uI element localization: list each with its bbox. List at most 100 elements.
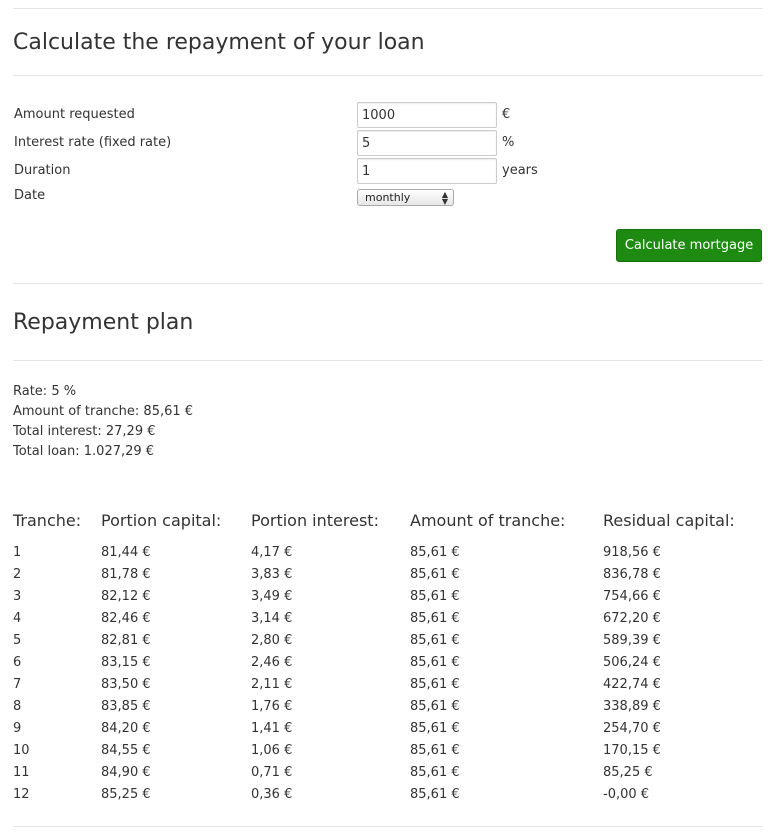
interest-label: Interest rate (fixed rate) xyxy=(14,135,172,150)
cell-amount-of-tranche: 85,61 € xyxy=(410,720,460,736)
cell-amount-of-tranche: 85,61 € xyxy=(410,566,460,582)
cell-portion-capital: 83,85 € xyxy=(101,698,151,714)
plan-title-divider xyxy=(13,360,763,361)
duration-unit: years xyxy=(502,163,538,178)
table-row: 1 81,44 € 4,17 € 85,61 € 918,56 € xyxy=(13,541,763,563)
cell-residual-capital: 506,24 € xyxy=(603,654,661,670)
cell-portion-interest: 2,80 € xyxy=(251,632,293,648)
table-row: 5 82,81 € 2,80 € 85,61 € 589,39 € xyxy=(13,629,763,651)
summary-total-interest: Total interest: 27,29 € xyxy=(13,424,156,439)
calculate-mortgage-button[interactable]: Calculate mortgage xyxy=(616,229,762,262)
cell-portion-interest: 3,14 € xyxy=(251,610,293,626)
interest-unit: % xyxy=(502,135,515,150)
plan-summary: Rate: 5 % Amount of tranche: 85,61 € Tot… xyxy=(13,382,193,462)
cell-tranche: 7 xyxy=(13,676,22,692)
cell-portion-capital: 83,15 € xyxy=(101,654,151,670)
top-divider xyxy=(13,8,763,9)
duration-label: Duration xyxy=(14,163,71,178)
repayment-table: Tranche: Portion capital: Portion intere… xyxy=(13,508,763,805)
table-row: 3 82,12 € 3,49 € 85,61 € 754,66 € xyxy=(13,585,763,607)
calculator-title-divider xyxy=(13,75,763,76)
cell-portion-capital: 81,44 € xyxy=(101,544,151,560)
cell-tranche: 11 xyxy=(13,764,30,780)
cell-portion-interest: 1,76 € xyxy=(251,698,293,714)
summary-total-loan: Total loan: 1.027,29 € xyxy=(13,444,155,459)
cell-portion-interest: 1,41 € xyxy=(251,720,293,736)
cell-portion-interest: 4,17 € xyxy=(251,544,293,560)
date-label: Date xyxy=(14,188,46,203)
plan-title: Repayment plan xyxy=(13,310,194,335)
cell-portion-capital: 85,25 € xyxy=(101,786,151,802)
cell-amount-of-tranche: 85,61 € xyxy=(410,698,460,714)
column-header-tranche: Tranche: xyxy=(13,511,82,530)
cell-portion-capital: 84,20 € xyxy=(101,720,151,736)
cell-portion-interest: 0,71 € xyxy=(251,764,293,780)
select-arrows-icon: ▲ ▼ xyxy=(441,189,448,206)
table-row: 11 84,90 € 0,71 € 85,61 € 85,25 € xyxy=(13,761,763,783)
cell-residual-capital: 338,89 € xyxy=(603,698,661,714)
column-header-residual-capital: Residual capital: xyxy=(603,511,735,530)
cell-residual-capital: 672,20 € xyxy=(603,610,661,626)
cell-portion-interest: 3,49 € xyxy=(251,588,293,604)
cell-portion-capital: 83,50 € xyxy=(101,676,151,692)
cell-portion-capital: 82,12 € xyxy=(101,588,151,604)
cell-tranche: 1 xyxy=(13,544,22,560)
cell-portion-capital: 81,78 € xyxy=(101,566,151,582)
cell-tranche: 8 xyxy=(13,698,22,714)
cell-tranche: 10 xyxy=(13,742,30,758)
cell-amount-of-tranche: 85,61 € xyxy=(410,786,460,802)
table-row: 12 85,25 € 0,36 € 85,61 € -0,00 € xyxy=(13,783,763,805)
table-row: 10 84,55 € 1,06 € 85,61 € 170,15 € xyxy=(13,739,763,761)
cell-residual-capital: 918,56 € xyxy=(603,544,661,560)
cell-residual-capital: 422,74 € xyxy=(603,676,661,692)
cell-residual-capital: 754,66 € xyxy=(603,588,661,604)
cell-portion-interest: 2,46 € xyxy=(251,654,293,670)
date-frequency-select[interactable]: monthly ▲ ▼ xyxy=(357,189,454,206)
cell-residual-capital: 589,39 € xyxy=(603,632,661,648)
table-row: 7 83,50 € 2,11 € 85,61 € 422,74 € xyxy=(13,673,763,695)
cell-amount-of-tranche: 85,61 € xyxy=(410,676,460,692)
column-header-portion-capital: Portion capital: xyxy=(101,511,222,530)
cell-tranche: 3 xyxy=(13,588,22,604)
cell-portion-capital: 82,81 € xyxy=(101,632,151,648)
bottom-divider xyxy=(13,826,763,827)
cell-tranche: 6 xyxy=(13,654,22,670)
cell-residual-capital: 170,15 € xyxy=(603,742,661,758)
column-header-portion-interest: Portion interest: xyxy=(251,511,379,530)
table-row: 8 83,85 € 1,76 € 85,61 € 338,89 € xyxy=(13,695,763,717)
interest-rate-input[interactable] xyxy=(357,130,497,156)
cell-amount-of-tranche: 85,61 € xyxy=(410,588,460,604)
table-row: 2 81,78 € 3,83 € 85,61 € 836,78 € xyxy=(13,563,763,585)
cell-portion-interest: 2,11 € xyxy=(251,676,293,692)
table-row: 6 83,15 € 2,46 € 85,61 € 506,24 € xyxy=(13,651,763,673)
cell-tranche: 5 xyxy=(13,632,22,648)
date-frequency-value: monthly xyxy=(365,191,411,204)
cell-portion-capital: 82,46 € xyxy=(101,610,151,626)
amount-input[interactable] xyxy=(357,102,497,128)
cell-portion-interest: 0,36 € xyxy=(251,786,293,802)
summary-rate: Rate: 5 % xyxy=(13,384,77,399)
amount-label: Amount requested xyxy=(14,107,135,122)
cell-portion-interest: 3,83 € xyxy=(251,566,293,582)
cell-amount-of-tranche: 85,61 € xyxy=(410,632,460,648)
cell-amount-of-tranche: 85,61 € xyxy=(410,742,460,758)
cell-residual-capital: 836,78 € xyxy=(603,566,661,582)
cell-tranche: 2 xyxy=(13,566,22,582)
column-header-amount-of-tranche: Amount of tranche: xyxy=(410,511,566,530)
cell-amount-of-tranche: 85,61 € xyxy=(410,764,460,780)
cell-residual-capital: -0,00 € xyxy=(603,786,650,802)
table-row: 9 84,20 € 1,41 € 85,61 € 254,70 € xyxy=(13,717,763,739)
cell-amount-of-tranche: 85,61 € xyxy=(410,544,460,560)
cell-portion-interest: 1,06 € xyxy=(251,742,293,758)
table-row: 4 82,46 € 3,14 € 85,61 € 672,20 € xyxy=(13,607,763,629)
calculator-title: Calculate the repayment of your loan xyxy=(13,30,425,55)
table-header-row: Tranche: Portion capital: Portion intere… xyxy=(13,508,763,541)
duration-input[interactable] xyxy=(357,158,497,184)
cell-amount-of-tranche: 85,61 € xyxy=(410,654,460,670)
cell-tranche: 4 xyxy=(13,610,22,626)
cell-portion-capital: 84,55 € xyxy=(101,742,151,758)
amount-unit: € xyxy=(502,107,511,122)
cell-tranche: 12 xyxy=(13,786,30,802)
cell-amount-of-tranche: 85,61 € xyxy=(410,610,460,626)
summary-tranche-amount: Amount of tranche: 85,61 € xyxy=(13,404,194,419)
